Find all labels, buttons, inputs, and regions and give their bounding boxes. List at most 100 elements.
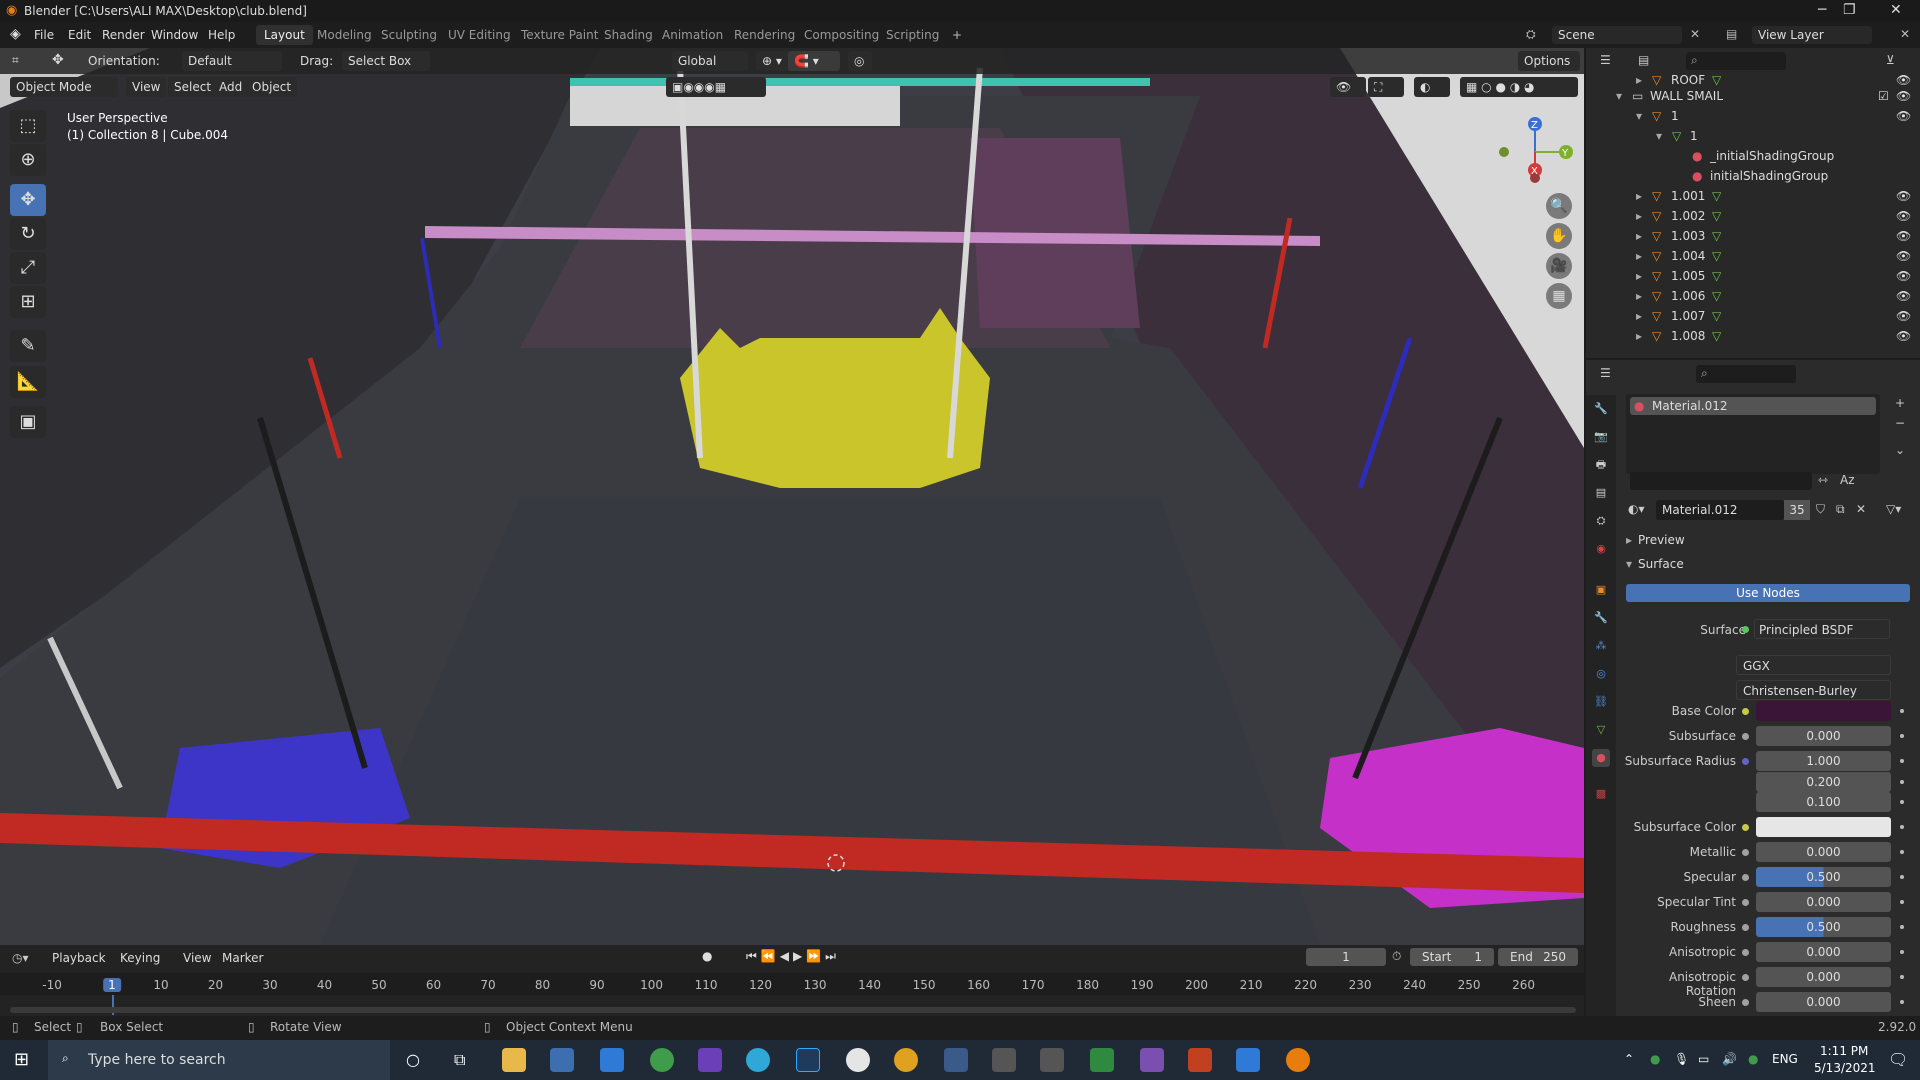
network-icon[interactable]: ▭ [1698,1052,1709,1066]
microphone-icon[interactable]: 🎙 [1674,1052,1689,1066]
photos-icon[interactable] [1236,1048,1260,1072]
scale-tool-icon[interactable]: ⤢ [10,252,46,284]
outliner-row[interactable]: ▾ ▭ WALL SMAIL ☑ 👁 [1586,86,1920,106]
keyframe-dot-icon[interactable] [1900,780,1904,784]
outliner-row[interactable]: ▸ ▽ 1.005 ▽ 👁 [1586,266,1920,286]
keyframe-dot-icon[interactable] [1900,800,1904,804]
tab-texture-paint[interactable]: Texture Paint [513,25,606,45]
cortana-icon[interactable]: ○ [406,1050,420,1069]
display-mode-icon[interactable]: ▤ [1638,53,1649,67]
volume-icon[interactable]: 🔊 [1722,1052,1737,1066]
material-tab-icon[interactable]: ● [1592,749,1610,767]
pan-hand-icon[interactable]: ✋ [1546,223,1572,249]
transform-tool-icon[interactable]: ⊞ [10,286,46,318]
move-tool-button-icon[interactable]: ✥ [10,184,46,216]
end-frame-field[interactable]: End 250 [1498,948,1578,966]
tab-shading[interactable]: Shading [596,25,661,45]
property-value-field[interactable]: 0.100 [1756,792,1891,812]
options-dropdown[interactable]: Options [1518,51,1580,71]
instagram-icon[interactable] [846,1048,870,1072]
menu-file[interactable]: File [34,28,54,42]
property-value-field[interactable]: 1.000 [1756,751,1891,771]
transform-orientation-dropdown[interactable]: Global [672,51,748,71]
start-frame-field[interactable]: Start 1 [1410,948,1494,966]
clock-date[interactable]: 5/13/2021 [1814,1061,1876,1075]
particles-tab-icon[interactable]: ⁂ [1592,637,1610,655]
playback-controls-icon[interactable]: ⏮⏪◀▶⏩⏭ [746,949,840,964]
constraints-tab-icon[interactable]: ⛓ [1592,693,1610,711]
preview-expand-icon[interactable]: ▸ [1626,533,1632,547]
material-browse-icon[interactable]: ◐▾ [1628,502,1645,516]
property-value-field[interactable]: 0.000 [1756,726,1891,746]
3d-viewport[interactable] [0,48,1584,945]
property-value-field[interactable] [1756,701,1891,721]
unlink-material-icon[interactable]: ✕ [1856,502,1866,516]
tab-uv-editing[interactable]: UV Editing [440,25,519,45]
object-menu[interactable]: Object [246,77,298,97]
data-tab-icon[interactable]: ▽ [1592,721,1610,739]
menu-help[interactable]: Help [208,28,235,42]
outliner-search-input[interactable]: ⌕ [1686,52,1786,70]
add-menu[interactable]: Add [213,77,249,97]
gizmo-toggle-icon[interactable]: ⛶ [1368,77,1404,97]
record-icon[interactable]: ● [702,949,712,963]
measure-tool-icon[interactable]: 📐 [10,366,46,398]
scene-close-icon[interactable]: ✕ [1690,27,1700,41]
blender-taskbar-icon[interactable] [1286,1048,1310,1072]
outliner-row[interactable]: ▾ ▽ 1 [1586,126,1920,146]
blender-menu-icon[interactable]: ◈ [10,26,21,42]
tab-sculpting[interactable]: Sculpting [373,25,445,45]
distribution-dropdown[interactable]: GGX [1736,655,1891,675]
chrome-icon[interactable] [894,1048,918,1072]
timeline-editor-icon[interactable]: ◷▾ [12,951,29,965]
texture-tab-icon[interactable]: ▩ [1592,785,1610,803]
object-tab-icon[interactable]: ▣ [1592,581,1610,599]
timeline-view-menu[interactable]: View [183,951,211,965]
winrar-icon[interactable] [1188,1048,1212,1072]
surface-expand-icon[interactable]: ▾ [1626,557,1632,571]
keyframe-dot-icon[interactable] [1900,975,1904,979]
property-value-field[interactable]: 0.000 [1756,967,1891,987]
keyframe-dot-icon[interactable] [1900,759,1904,763]
subsurface-method-dropdown[interactable]: Christensen-Burley [1736,680,1891,700]
tab-animation[interactable]: Animation [654,25,731,45]
overlays-toggle-icon[interactable]: ◐ [1414,77,1450,97]
frame-ruler[interactable] [0,973,1584,995]
annotate-tool-icon[interactable]: ✎ [10,330,46,362]
fake-user-icon[interactable]: ⛉ [1816,502,1825,517]
ortho-grid-icon[interactable]: ▦ [1546,283,1572,309]
orientation-dropdown[interactable]: Default [182,51,282,71]
world-tab-icon[interactable]: ◉ [1592,540,1610,558]
property-value-field[interactable] [1756,817,1891,837]
clock-time[interactable]: 1:11 PM [1820,1044,1868,1058]
keyframe-dot-icon[interactable] [1900,950,1904,954]
filter-invert-icon[interactable]: ⇿ [1818,473,1828,487]
add-slot-icon[interactable]: + [1895,396,1905,410]
outliner-row[interactable]: ▸ ▽ 1.008 ▽ 👁 [1586,326,1920,346]
language-indicator[interactable]: ENG [1772,1052,1798,1066]
slot-filter-input[interactable] [1630,472,1812,490]
outliner-row[interactable]: ● initialShadingGroup [1586,166,1920,186]
mail-icon[interactable] [600,1048,624,1072]
property-value-field[interactable]: 0.000 [1756,892,1891,912]
tab-rendering[interactable]: Rendering [726,25,803,45]
material-name-field[interactable]: Material.012 [1656,500,1784,520]
keyframe-dot-icon[interactable] [1900,825,1904,829]
property-value-field[interactable]: 0.500 [1756,867,1891,887]
rotate-tool-icon[interactable]: ↻ [10,218,46,250]
mode-dropdown[interactable]: Object Mode [10,77,118,97]
surface-shader-field[interactable]: Principled BSDF [1754,619,1890,639]
outliner-row[interactable]: ▸ ▽ 1.002 ▽ 👁 [1586,206,1920,226]
zoom-icon[interactable]: 🔍 [1546,193,1572,219]
menu-edit[interactable]: Edit [68,28,91,42]
view-menu[interactable]: View [126,77,167,97]
outliner-row[interactable]: ▸ ▽ 1.007 ▽ 👁 [1586,306,1920,326]
outliner-row[interactable]: ▸ ▽ 1.006 ▽ 👁 [1586,286,1920,306]
move-tool-icon[interactable]: ✥ [52,52,64,68]
view-layer-close-icon[interactable]: ✕ [1900,27,1910,41]
editor-type-icon[interactable]: ⌗ [12,53,19,68]
tab-compositing[interactable]: Compositing [796,25,887,45]
property-value-field[interactable]: 0.000 [1756,842,1891,862]
material-users-count[interactable]: 35 [1784,500,1810,520]
steam-icon[interactable] [944,1048,968,1072]
